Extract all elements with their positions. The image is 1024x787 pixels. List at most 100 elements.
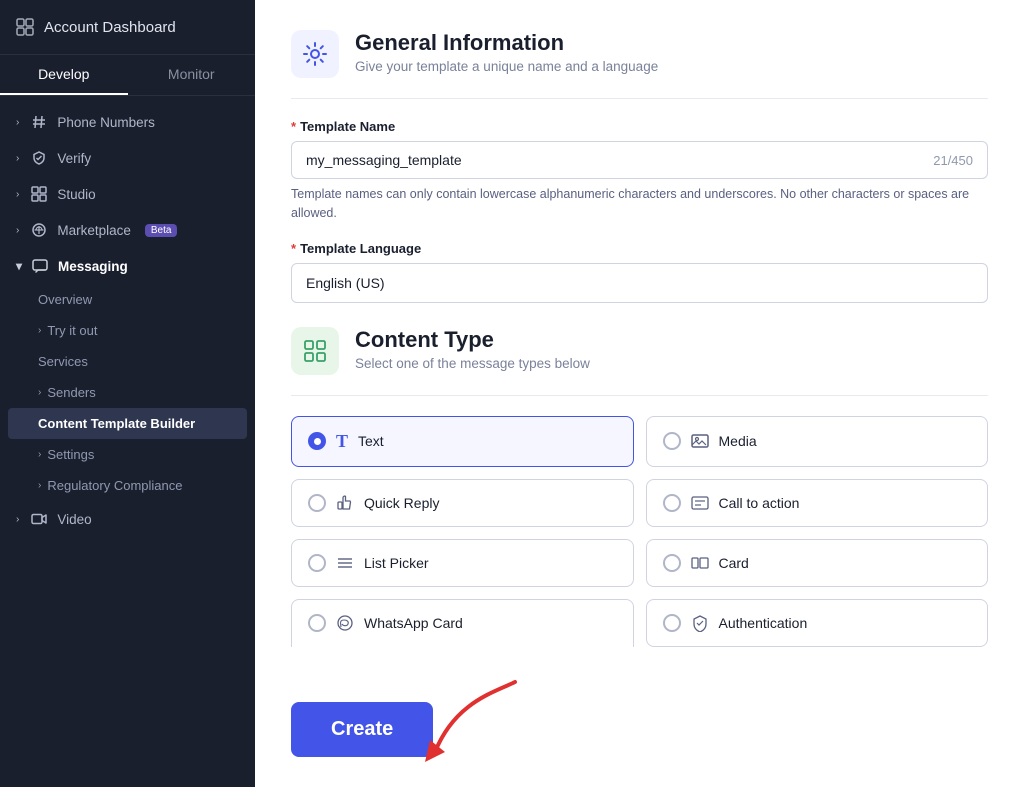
template-name-input[interactable]: my_messaging_template 21/450 (291, 141, 988, 179)
chevron-right-small-icon: › (38, 480, 41, 491)
option-whatsapp-card[interactable]: WhatsApp Card (291, 599, 634, 647)
sidebar-item-messaging[interactable]: ▾ Messaging (0, 248, 255, 284)
settings-label: Settings (47, 447, 94, 462)
content-type-subtitle: Select one of the message types below (355, 356, 590, 371)
gear-icon-container (291, 30, 339, 78)
chevron-right-icon: › (16, 153, 19, 164)
shield-check-icon (31, 150, 47, 166)
verify-label: Verify (57, 151, 91, 166)
option-list-picker[interactable]: List Picker (291, 539, 634, 587)
template-name-label: *Template Name (291, 119, 988, 134)
option-authentication-label: Authentication (719, 615, 808, 631)
content-type-title: Content Type (355, 327, 590, 353)
content-type-icon-container (291, 327, 339, 375)
tab-monitor[interactable]: Monitor (128, 55, 256, 95)
sidebar-subitem-try-it-out[interactable]: › Try it out (0, 315, 255, 346)
template-name-value: my_messaging_template (306, 152, 462, 168)
option-quick-reply-label: Quick Reply (364, 495, 439, 511)
radio-call-to-action (663, 494, 681, 512)
sidebar-subitem-services[interactable]: Services (0, 346, 255, 377)
general-info-subtitle: Give your template a unique name and a l… (355, 59, 658, 74)
content-type-icon (301, 337, 329, 365)
divider-2 (291, 395, 988, 396)
sidebar-subitem-overview[interactable]: Overview (0, 284, 255, 315)
option-card[interactable]: Card (646, 539, 989, 587)
radio-whatsapp-card (308, 614, 326, 632)
sidebar-subitem-content-template-builder[interactable]: Content Template Builder (8, 408, 247, 439)
senders-label: Senders (47, 385, 95, 400)
authentication-icon (691, 614, 709, 632)
create-button[interactable]: Create (291, 702, 433, 757)
content-type-section-header: Content Type Select one of the message t… (291, 327, 988, 375)
beta-badge: Beta (145, 224, 178, 237)
radio-card (663, 554, 681, 572)
radio-quick-reply (308, 494, 326, 512)
required-marker: * (291, 119, 296, 134)
gear-icon (301, 40, 329, 68)
template-name-hint: Template names can only contain lowercas… (291, 185, 988, 223)
sidebar-nav: › Phone Numbers › Verify › (0, 96, 255, 787)
sidebar-item-verify[interactable]: › Verify (0, 140, 255, 176)
sidebar-item-marketplace[interactable]: › Marketplace Beta (0, 212, 255, 248)
sidebar-tabs: Develop Monitor (0, 55, 255, 96)
radio-authentication (663, 614, 681, 632)
phone-numbers-label: Phone Numbers (57, 115, 155, 130)
call-to-action-icon (691, 494, 709, 512)
template-language-label: *Template Language (291, 241, 988, 256)
option-text-label: Text (358, 433, 384, 449)
general-info-text: General Information Give your template a… (355, 30, 658, 74)
chevron-right-small-icon: › (38, 325, 41, 336)
sidebar-item-phone-numbers[interactable]: › Phone Numbers (0, 104, 255, 140)
sidebar-subitem-settings[interactable]: › Settings (0, 439, 255, 470)
chevron-right-small-icon: › (38, 449, 41, 460)
general-info-title: General Information (355, 30, 658, 56)
thumbs-up-icon (336, 494, 354, 512)
messaging-label: Messaging (58, 259, 128, 274)
option-media[interactable]: Media (646, 416, 989, 467)
option-list-picker-label: List Picker (364, 555, 429, 571)
card-icon (691, 554, 709, 572)
list-icon (336, 554, 354, 572)
sidebar-subitem-senders[interactable]: › Senders (0, 377, 255, 408)
marketplace-icon (31, 222, 47, 238)
account-dashboard-link[interactable]: Account Dashboard (0, 0, 255, 55)
required-marker: * (291, 241, 296, 256)
sidebar: Account Dashboard Develop Monitor › Phon… (0, 0, 255, 787)
option-call-to-action-label: Call to action (719, 495, 800, 511)
radio-list-picker (308, 554, 326, 572)
template-language-field: *Template Language English (US) (291, 241, 988, 303)
sidebar-item-video[interactable]: › Video (0, 501, 255, 537)
whatsapp-icon (336, 614, 354, 632)
video-icon (31, 511, 47, 527)
option-authentication[interactable]: Authentication (646, 599, 989, 647)
chevron-right-icon: › (16, 189, 19, 200)
option-text[interactable]: T Text (291, 416, 634, 467)
chevron-right-small-icon: › (38, 387, 41, 398)
sidebar-item-studio[interactable]: › Studio (0, 176, 255, 212)
regulatory-compliance-label: Regulatory Compliance (47, 478, 182, 493)
video-label: Video (57, 512, 91, 527)
content-type-options: T Text Media Quick Reply (291, 416, 988, 647)
chat-icon (32, 258, 48, 274)
account-dashboard-label: Account Dashboard (44, 19, 176, 36)
dashboard-icon (16, 18, 34, 36)
template-name-field: *Template Name my_messaging_template 21/… (291, 119, 988, 223)
main-content: General Information Give your template a… (255, 0, 1024, 787)
option-media-label: Media (719, 433, 757, 449)
chevron-right-icon: › (16, 117, 19, 128)
media-icon (691, 432, 709, 450)
option-whatsapp-card-label: WhatsApp Card (364, 615, 463, 631)
hash-icon (31, 114, 47, 130)
option-quick-reply[interactable]: Quick Reply (291, 479, 634, 527)
chevron-down-icon: ▾ (16, 259, 22, 273)
option-call-to-action[interactable]: Call to action (646, 479, 989, 527)
radio-text (308, 432, 326, 450)
studio-label: Studio (57, 187, 95, 202)
sidebar-subitem-regulatory-compliance[interactable]: › Regulatory Compliance (0, 470, 255, 501)
tab-develop[interactable]: Develop (0, 55, 128, 95)
chevron-right-icon: › (16, 225, 19, 236)
template-language-select[interactable]: English (US) (291, 263, 988, 303)
chevron-right-icon: › (16, 514, 19, 525)
general-info-section-header: General Information Give your template a… (291, 30, 988, 78)
divider-1 (291, 98, 988, 99)
